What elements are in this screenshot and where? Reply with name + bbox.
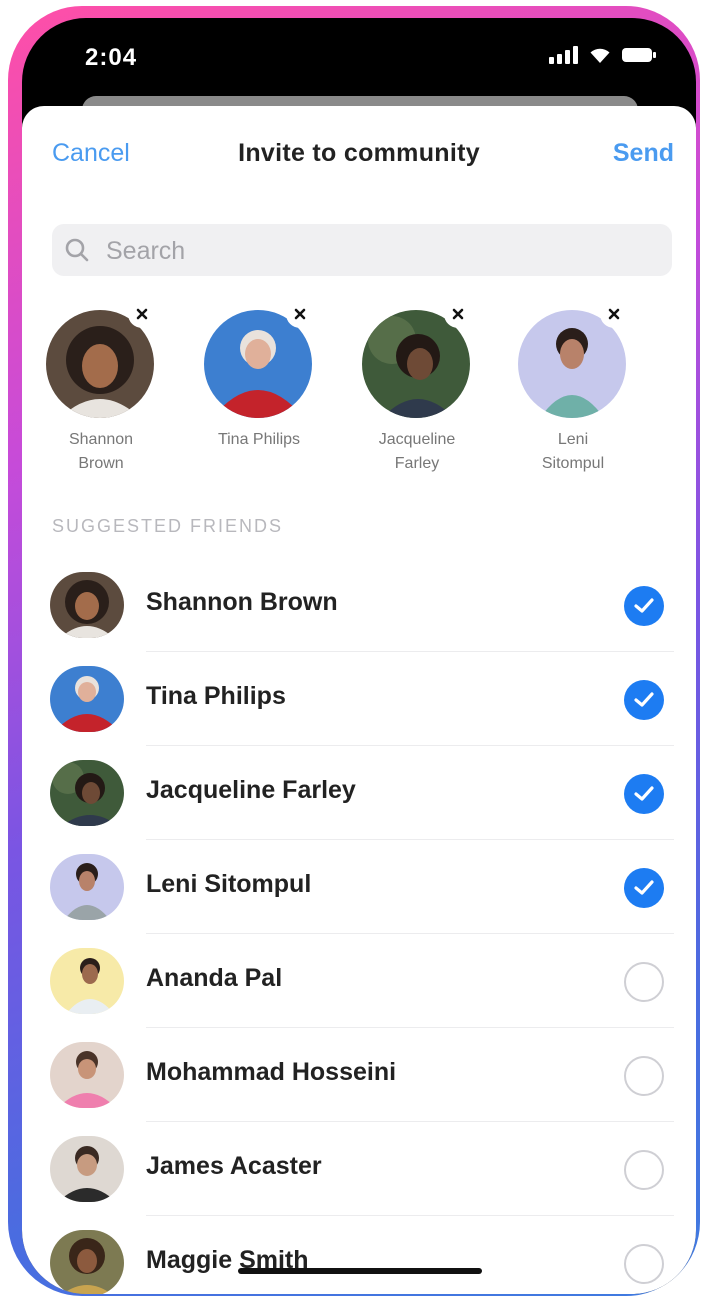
search-icon — [65, 238, 89, 262]
status-icons — [549, 46, 656, 64]
search-input[interactable] — [104, 224, 658, 278]
status-bar: 2:04 — [22, 18, 696, 104]
friend-row-leni-sitompul[interactable]: Leni Sitompul — [22, 840, 696, 934]
friend-row-jacqueline-farley[interactable]: Jacqueline Farley — [22, 746, 696, 840]
avatar — [50, 666, 124, 732]
friend-name: Ananda Pal — [146, 964, 283, 992]
checked-circle-icon[interactable] — [624, 774, 664, 814]
selected-person-name: Jacqueline Farley — [378, 431, 456, 472]
send-button[interactable]: Send — [613, 139, 674, 168]
selected-person-name: Tina Philips — [217, 431, 301, 448]
selected-person-name: Leni Sitompul — [541, 431, 605, 472]
home-indicator[interactable] — [238, 1268, 482, 1274]
friend-row-james-acaster[interactable]: James Acaster — [22, 1122, 696, 1216]
avatar — [50, 572, 124, 638]
friend-name: Leni Sitompul — [146, 870, 312, 898]
unchecked-circle-icon[interactable] — [624, 1056, 664, 1096]
suggested-friends-header: SUGGESTED FRIENDS — [52, 516, 284, 536]
selected-people-row: Shannon Brown Tina Philips Jacqueline Fa… — [22, 300, 696, 472]
remove-icon[interactable] — [444, 300, 472, 328]
avatar — [50, 1230, 124, 1294]
nav-bar: Cancel Invite to community Send — [22, 106, 696, 196]
page-title: Invite to community — [238, 139, 480, 167]
remove-icon[interactable] — [600, 300, 628, 328]
selected-person-name: Shannon Brown — [68, 431, 134, 472]
avatar — [50, 854, 124, 920]
search-bar[interactable] — [52, 224, 672, 278]
friend-row-mohammad-hosseini[interactable]: Mohammad Hosseini — [22, 1028, 696, 1122]
remove-icon[interactable] — [286, 300, 314, 328]
remove-icon[interactable] — [128, 300, 156, 328]
battery-icon — [622, 46, 656, 64]
invite-sheet: Cancel Invite to community Send Search S… — [22, 106, 696, 1294]
friend-name: Mohammad Hosseini — [146, 1058, 397, 1086]
friend-row-shannon-brown[interactable]: Shannon Brown — [22, 558, 696, 652]
phone-frame: 2:04 Cancel Invite to community Send Sea… — [8, 6, 700, 1296]
phone-screen: 2:04 Cancel Invite to community Send Sea… — [22, 18, 696, 1294]
avatar — [50, 1042, 124, 1108]
friend-row-ananda-pal[interactable]: Ananda Pal — [22, 934, 696, 1028]
checked-circle-icon[interactable] — [624, 868, 664, 908]
cellular-signal-icon — [549, 46, 578, 64]
avatar — [50, 948, 124, 1014]
avatar — [50, 1136, 124, 1202]
checked-circle-icon[interactable] — [624, 586, 664, 626]
unchecked-circle-icon[interactable] — [624, 1244, 664, 1284]
friend-name: Tina Philips — [146, 682, 286, 710]
friend-row-tina-philips[interactable]: Tina Philips — [22, 652, 696, 746]
friend-name: James Acaster — [146, 1152, 322, 1180]
unchecked-circle-icon[interactable] — [624, 1150, 664, 1190]
wifi-icon — [588, 46, 612, 64]
friend-name: Jacqueline Farley — [146, 776, 356, 804]
friend-row-maggie-smith[interactable]: Maggie Smith — [22, 1216, 696, 1294]
checked-circle-icon[interactable] — [624, 680, 664, 720]
status-time: 2:04 — [85, 44, 138, 71]
unchecked-circle-icon[interactable] — [624, 962, 664, 1002]
avatar — [50, 760, 124, 826]
friend-name: Shannon Brown — [146, 588, 338, 616]
